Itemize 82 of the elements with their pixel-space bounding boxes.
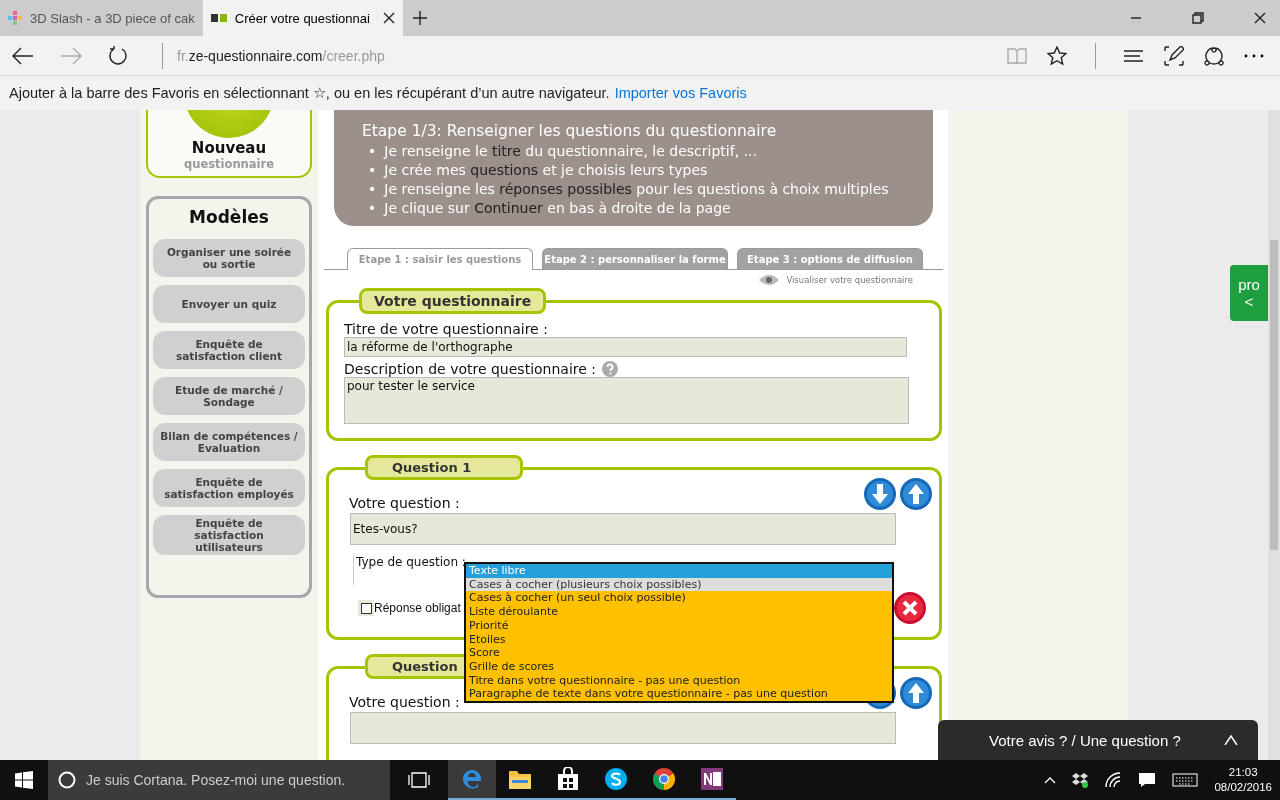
section-heading: Question 1 bbox=[365, 455, 523, 480]
template-button[interactable]: Etude de marché / Sondage bbox=[153, 377, 305, 415]
share-icon[interactable] bbox=[1204, 45, 1224, 66]
field-label: Description de votre questionnaire : bbox=[344, 361, 597, 377]
pen-note-icon[interactable] bbox=[1164, 45, 1184, 66]
close-icon[interactable] bbox=[1254, 12, 1266, 24]
dropdown-option[interactable]: Paragraphe de texte dans votre questionnaire - pas une question bbox=[466, 687, 892, 702]
bullet: • bbox=[368, 180, 377, 199]
new-questionnaire-button[interactable]: Nouveau questionnaire bbox=[146, 110, 312, 178]
s-bubble-icon[interactable] bbox=[604, 767, 628, 791]
browser-tab[interactable]: 3D Slash - a 3D piece of cak bbox=[0, 0, 203, 36]
instruction-item: Je crée mes questions et je choisis leurs types bbox=[384, 161, 708, 180]
more-icon[interactable] bbox=[1244, 53, 1264, 58]
feedback-button[interactable]: Votre avis ? / Une question ? bbox=[938, 720, 1258, 760]
browser-e-icon[interactable] bbox=[460, 767, 484, 791]
dropdown-option[interactable]: Etoiles bbox=[466, 632, 892, 647]
browser-tab[interactable]: Créer votre questionnai bbox=[202, 0, 403, 36]
template-button[interactable]: Organiser une soirée ou sortie bbox=[153, 239, 305, 277]
move-up-icon[interactable] bbox=[899, 676, 933, 710]
question-field[interactable] bbox=[350, 712, 896, 744]
delete-icon[interactable] bbox=[893, 591, 927, 625]
checkbox-label: Réponse obligat bbox=[374, 601, 461, 615]
favorites-message: Ajouter à la barre des Favoris en sélectionnant ☆, ou en les récupérant d’un autre navigateur. bbox=[9, 85, 610, 101]
restore-icon[interactable] bbox=[1192, 12, 1204, 24]
task-view-icon[interactable] bbox=[408, 772, 430, 788]
tricolor-circle-icon[interactable] bbox=[652, 767, 676, 791]
field-label: Titre de votre questionnaire : bbox=[344, 321, 549, 337]
description-field[interactable]: pour tester le service bbox=[344, 377, 909, 424]
back-icon[interactable] bbox=[12, 46, 34, 65]
field-label: Votre question : bbox=[349, 495, 460, 511]
wifi-icon[interactable] bbox=[1104, 772, 1123, 788]
instruction-item: Je renseigne les réponses possibles pour les questions à choix multiples bbox=[384, 180, 889, 199]
title-field[interactable]: la réforme de l'orthographe bbox=[344, 337, 907, 357]
instruction-item: Je clique sur Continuer en bas à droite de la page bbox=[384, 199, 731, 218]
checkbox[interactable] bbox=[360, 602, 372, 614]
chevron-up-icon[interactable] bbox=[1044, 776, 1057, 784]
instruction-item: Je renseigne le titre du questionnaire, le descriptif, ... bbox=[384, 142, 757, 161]
chevron-up-icon bbox=[1224, 735, 1238, 745]
hub-lines-icon[interactable] bbox=[1124, 48, 1144, 63]
move-up-icon[interactable] bbox=[899, 477, 933, 511]
shopping-bag-icon[interactable] bbox=[557, 767, 579, 791]
field-label: Votre question : bbox=[349, 694, 460, 710]
move-down-icon[interactable] bbox=[863, 477, 897, 511]
cortana-search-field[interactable]: Je suis Cortana. Posez-moi une question. bbox=[48, 760, 390, 800]
bullet: • bbox=[368, 199, 377, 218]
new-title: Nouveau bbox=[191, 139, 267, 157]
dropdown-option[interactable]: Priorité bbox=[466, 618, 892, 633]
templates-title: Modèles bbox=[189, 207, 269, 227]
question-field[interactable]: Etes-vous? bbox=[350, 513, 896, 545]
dropdown-option[interactable]: Cases à cocher (un seul choix possible) bbox=[466, 591, 892, 606]
address-field[interactable]: fr.ze-questionnaire.com/creer.php bbox=[177, 47, 385, 64]
dropbox-icon[interactable] bbox=[1072, 772, 1089, 788]
eye-icon bbox=[758, 274, 781, 286]
template-button[interactable]: Enquête de satisfaction utilisateurs bbox=[153, 515, 305, 556]
template-button[interactable]: Enquête de satisfaction client bbox=[153, 331, 305, 369]
field-label: Type de question : bbox=[356, 555, 466, 571]
ze-logo-icon bbox=[210, 14, 227, 22]
notification-icon[interactable] bbox=[1138, 772, 1157, 788]
bullet: • bbox=[368, 142, 377, 161]
star-icon[interactable] bbox=[1047, 45, 1067, 66]
pixel-cross-icon bbox=[8, 11, 22, 25]
notebook-n-icon[interactable] bbox=[700, 767, 724, 791]
question-type-dropdown[interactable] bbox=[464, 562, 894, 704]
keyboard-icon[interactable] bbox=[1172, 773, 1199, 787]
template-button[interactable]: Bilan de compétences / Evaluation bbox=[153, 423, 305, 461]
close-icon[interactable] bbox=[382, 12, 395, 24]
new-subtitle: questionnaire bbox=[184, 157, 274, 171]
folder-icon[interactable] bbox=[508, 768, 532, 790]
section-heading: Votre questionnaire bbox=[359, 288, 547, 314]
clock[interactable]: 21:03 08/02/2016 bbox=[1214, 765, 1272, 795]
preview-link[interactable]: Visualiser votre questionnaire bbox=[786, 275, 913, 285]
template-button[interactable]: Enquête de satisfaction employés bbox=[153, 469, 305, 507]
new-tab-plus-icon[interactable] bbox=[412, 11, 427, 25]
scrollbar[interactable] bbox=[1268, 110, 1280, 760]
template-button[interactable]: Envoyer un quiz bbox=[153, 285, 305, 323]
refresh-icon[interactable] bbox=[108, 45, 128, 66]
dropdown-option[interactable]: Liste déroulante bbox=[466, 605, 892, 619]
bullet: • bbox=[368, 161, 377, 180]
circle-icon bbox=[58, 771, 76, 789]
step-title: Etape 1/3: Renseigner les questions du questionnaire bbox=[362, 122, 778, 140]
windows-logo-icon[interactable] bbox=[15, 771, 33, 789]
import-favorites-link[interactable]: Importer vos Favoris bbox=[614, 85, 747, 101]
